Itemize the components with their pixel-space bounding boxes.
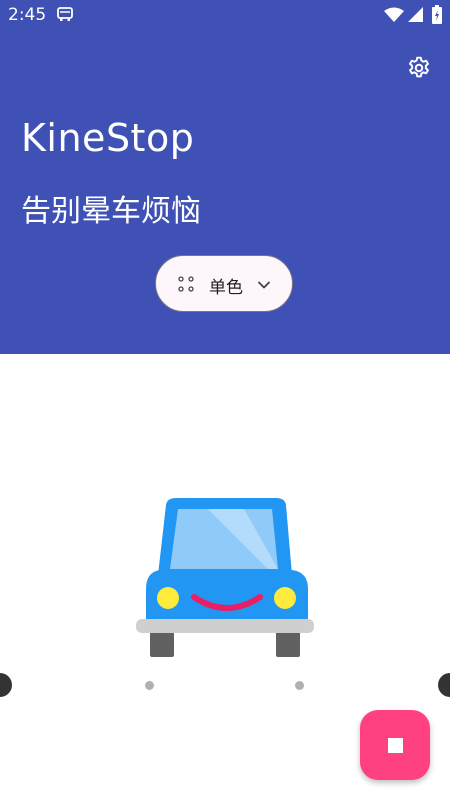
wheel-left — [150, 629, 174, 657]
stop-button[interactable] — [360, 710, 430, 780]
mode-label: 单色 — [209, 278, 243, 298]
status-time: 2:45 — [8, 5, 47, 25]
mode-dropdown-chip[interactable]: 单色 — [155, 255, 293, 312]
signal-icon — [408, 7, 424, 27]
battery-icon — [432, 5, 442, 29]
app-subtitle: 告别晕车烦恼 — [21, 194, 201, 229]
guide-dot-right — [295, 681, 304, 690]
guide-dot-left — [145, 681, 154, 690]
car-illustration — [136, 497, 316, 663]
header: 2:45 KineStop 告别晕车烦恼 单色 — [0, 0, 450, 354]
gear-icon — [406, 55, 432, 85]
notification-icon — [56, 6, 74, 26]
wifi-icon — [384, 7, 404, 27]
settings-button[interactable] — [402, 53, 436, 87]
stop-icon — [387, 737, 403, 753]
app-title: KineStop — [21, 116, 195, 160]
wheel-right — [276, 629, 300, 657]
dots-grid-icon — [177, 275, 195, 297]
status-bar: 2:45 — [0, 0, 450, 32]
chevron-down-icon — [257, 277, 271, 296]
